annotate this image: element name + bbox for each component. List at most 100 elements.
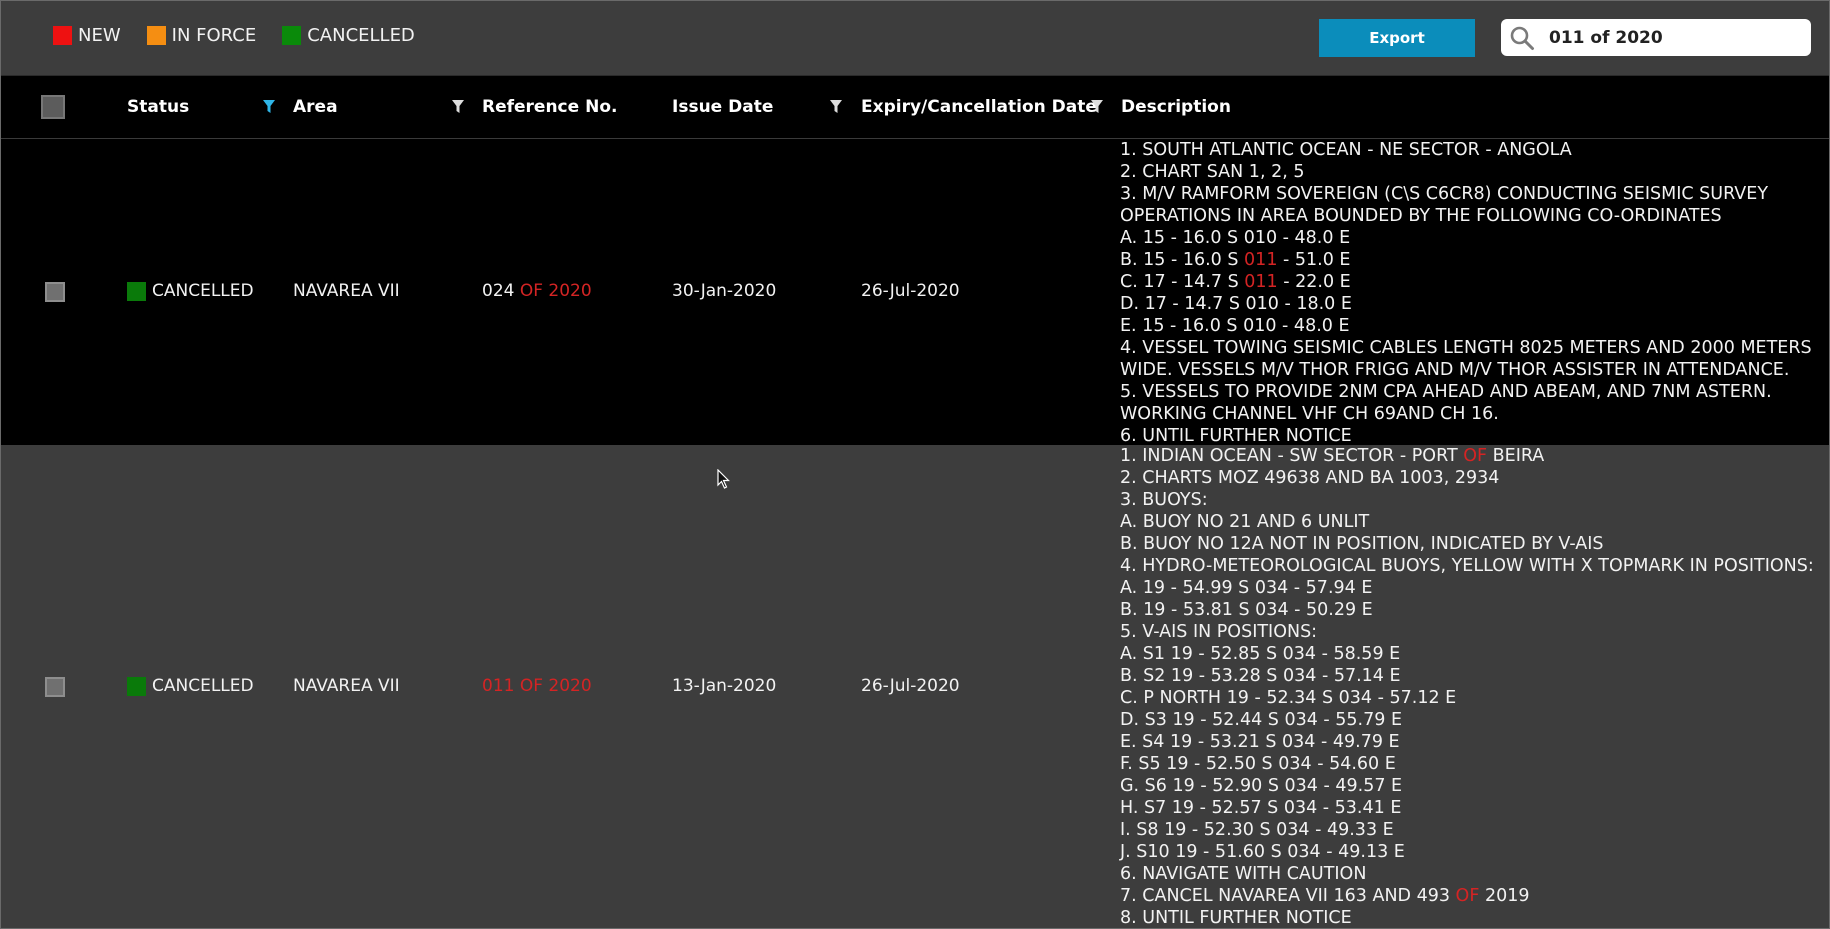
legend-swatch-in-force bbox=[146, 26, 166, 45]
description-line: 4. VESSEL TOWING SEISMIC CABLES LENGTH 8… bbox=[1120, 337, 1820, 359]
description-text: D. S3 19 - 52.44 S 034 - 55.79 E bbox=[1120, 710, 1403, 730]
status-cell: CANCELLED bbox=[127, 676, 254, 696]
description-line: 2. CHART SAN 1, 2, 5 bbox=[1120, 161, 1820, 183]
area-cell: NAVAREA VII bbox=[293, 676, 400, 696]
description-text: I. S8 19 - 52.30 S 034 - 49.33 E bbox=[1120, 820, 1394, 840]
description-line: C. P NORTH 19 - 52.34 S 034 - 57.12 E bbox=[1120, 687, 1820, 709]
description-line: 2. CHARTS MOZ 49638 AND BA 1003, 2934 bbox=[1120, 467, 1820, 489]
legend-item-new: NEW bbox=[53, 25, 121, 46]
expiry-date-cell: 26-Jul-2020 bbox=[861, 281, 960, 301]
row-checkbox[interactable] bbox=[45, 282, 65, 302]
export-button[interactable]: Export bbox=[1319, 19, 1475, 57]
description-line: D. S3 19 - 52.44 S 034 - 55.79 E bbox=[1120, 709, 1820, 731]
column-header-expiry-date[interactable]: Expiry/Cancellation Date bbox=[861, 76, 1097, 138]
description-line: 3. M/V RAMFORM SOVEREIGN (C\S C6CR8) CON… bbox=[1120, 183, 1820, 205]
description-line: 6. UNTIL FURTHER NOTICE bbox=[1120, 425, 1820, 447]
table-row[interactable]: CANCELLED NAVAREA VII 011 OF 2020 13-Jan… bbox=[1, 445, 1829, 928]
description-line: I. S8 19 - 52.30 S 034 - 49.33 E bbox=[1120, 819, 1820, 841]
search-highlight: 011 bbox=[1244, 272, 1278, 292]
description-text: 2019 bbox=[1479, 886, 1530, 906]
description-line: G. S6 19 - 52.90 S 034 - 49.57 E bbox=[1120, 775, 1820, 797]
column-header-reference[interactable]: Reference No. bbox=[482, 76, 617, 138]
description-line: WIDE. VESSELS M/V THOR FRIGG AND M/V THO… bbox=[1120, 359, 1820, 381]
column-header-area[interactable]: Area bbox=[293, 76, 338, 138]
description-line: F. S5 19 - 52.50 S 034 - 54.60 E bbox=[1120, 753, 1820, 775]
description-line: OPERATIONS IN AREA BOUNDED BY THE FOLLOW… bbox=[1120, 205, 1820, 227]
select-all-cell bbox=[41, 76, 65, 138]
table-row[interactable]: CANCELLED NAVAREA VII 024 OF 2020 30-Jan… bbox=[1, 139, 1829, 447]
description-line: 1. INDIAN OCEAN - SW SECTOR - PORT OF BE… bbox=[1120, 445, 1820, 467]
description-cell: 1. INDIAN OCEAN - SW SECTOR - PORT OF BE… bbox=[1120, 445, 1820, 928]
description-line: 1. SOUTH ATLANTIC OCEAN - NE SECTOR - AN… bbox=[1120, 139, 1820, 161]
search-box[interactable] bbox=[1501, 19, 1811, 56]
description-line: A. 15 - 16.0 S 010 - 48.0 E bbox=[1120, 227, 1820, 249]
issue-date-cell: 13-Jan-2020 bbox=[672, 676, 777, 696]
description-text: 6. NAVIGATE WITH CAUTION bbox=[1120, 864, 1367, 884]
description-line: E. 15 - 16.0 S 010 - 48.0 E bbox=[1120, 315, 1820, 337]
description-line: 4. HYDRO-METEOROLOGICAL BUOYS, YELLOW WI… bbox=[1120, 555, 1820, 577]
description-text: 1. INDIAN OCEAN - SW SECTOR - PORT bbox=[1120, 446, 1464, 466]
status-legend: NEW IN FORCE CANCELLED bbox=[53, 25, 441, 46]
status-filter-icon[interactable] bbox=[263, 100, 275, 114]
status-swatch bbox=[127, 676, 146, 696]
description-text: 2. CHARTS MOZ 49638 AND BA 1003, 2934 bbox=[1120, 468, 1500, 488]
select-all-checkbox[interactable] bbox=[41, 95, 65, 119]
description-text: 4. HYDRO-METEOROLOGICAL BUOYS, YELLOW WI… bbox=[1120, 556, 1814, 576]
row-select-cell bbox=[45, 282, 65, 302]
legend-label-cancelled: CANCELLED bbox=[307, 25, 415, 46]
description-line: J. S10 19 - 51.60 S 034 - 49.13 E bbox=[1120, 841, 1820, 863]
description-text: - 22.0 E bbox=[1277, 272, 1351, 292]
column-header-description[interactable]: Description bbox=[1121, 76, 1231, 138]
description-text: D. 17 - 14.7 S 010 - 18.0 E bbox=[1120, 294, 1352, 314]
column-header-issue-date[interactable]: Issue Date bbox=[672, 76, 773, 138]
description-text: B. BUOY NO 12A NOT IN POSITION, INDICATE… bbox=[1120, 534, 1604, 554]
legend-item-cancelled: CANCELLED bbox=[282, 25, 415, 46]
status-text: CANCELLED bbox=[152, 676, 254, 696]
description-text: F. S5 19 - 52.50 S 034 - 54.60 E bbox=[1120, 754, 1396, 774]
description-text: 4. VESSEL TOWING SEISMIC CABLES LENGTH 8… bbox=[1120, 338, 1812, 358]
description-text: 8. UNTIL FURTHER NOTICE bbox=[1120, 908, 1352, 928]
description-text: A. 15 - 16.0 S 010 - 48.0 E bbox=[1120, 228, 1351, 248]
issue-date-filter-icon[interactable] bbox=[830, 100, 842, 114]
row-checkbox[interactable] bbox=[45, 677, 65, 697]
app-window: NEW IN FORCE CANCELLED Export 011 of 202… bbox=[0, 0, 1830, 929]
column-header-status[interactable]: Status bbox=[127, 76, 189, 138]
description-text: 7. CANCEL NAVAREA VII 163 AND 493 bbox=[1120, 886, 1456, 906]
description-line: B. 19 - 53.81 S 034 - 50.29 E bbox=[1120, 599, 1820, 621]
description-line: A. BUOY NO 21 AND 6 UNLIT bbox=[1120, 511, 1820, 533]
issue-date-cell: 30-Jan-2020 bbox=[672, 281, 777, 301]
status-text: CANCELLED bbox=[152, 281, 254, 301]
description-line: E. S4 19 - 53.21 S 034 - 49.79 E bbox=[1120, 731, 1820, 753]
expiry-date-filter-icon[interactable] bbox=[1091, 100, 1103, 114]
description-line: 3. BUOYS: bbox=[1120, 489, 1820, 511]
description-text: B. S2 19 - 53.28 S 034 - 57.14 E bbox=[1120, 666, 1401, 686]
description-line: B. 15 - 16.0 S 011 - 51.0 E bbox=[1120, 249, 1820, 271]
description-text: E. 15 - 16.0 S 010 - 48.0 E bbox=[1120, 316, 1350, 336]
search-highlight: OF bbox=[1455, 886, 1480, 906]
description-line: B. S2 19 - 53.28 S 034 - 57.14 E bbox=[1120, 665, 1820, 687]
description-text: WORKING CHANNEL VHF CH 69AND CH 16. bbox=[1120, 404, 1499, 424]
expiry-date-cell: 26-Jul-2020 bbox=[861, 676, 960, 696]
description-line: WORKING CHANNEL VHF CH 69AND CH 16. bbox=[1120, 403, 1820, 425]
legend-label-new: NEW bbox=[78, 25, 121, 46]
description-text: A. BUOY NO 21 AND 6 UNLIT bbox=[1120, 512, 1370, 532]
row-select-cell bbox=[45, 677, 65, 697]
status-cell: CANCELLED bbox=[127, 281, 254, 301]
legend-swatch-new bbox=[53, 26, 72, 45]
description-line: 8. UNTIL FURTHER NOTICE bbox=[1120, 907, 1820, 928]
search-highlight: 011 bbox=[1244, 250, 1278, 270]
toolbar: NEW IN FORCE CANCELLED Export bbox=[1, 1, 1829, 76]
description-text: C. P NORTH 19 - 52.34 S 034 - 57.12 E bbox=[1120, 688, 1457, 708]
table-header: Status Area Reference No. Issue Date Exp… bbox=[1, 76, 1829, 139]
status-swatch bbox=[127, 281, 146, 301]
search-input[interactable] bbox=[1547, 26, 1801, 49]
description-line: 7. CANCEL NAVAREA VII 163 AND 493 OF 201… bbox=[1120, 885, 1820, 907]
description-text: E. S4 19 - 53.21 S 034 - 49.79 E bbox=[1120, 732, 1400, 752]
description-text: 1. SOUTH ATLANTIC OCEAN - NE SECTOR - AN… bbox=[1120, 140, 1572, 160]
description-text: 2. CHART SAN 1, 2, 5 bbox=[1120, 162, 1305, 182]
search-icon bbox=[1507, 23, 1537, 53]
reference-highlight: OF 2020 bbox=[519, 281, 592, 301]
description-text: 3. BUOYS: bbox=[1120, 490, 1208, 510]
area-filter-icon[interactable] bbox=[452, 100, 464, 114]
legend-item-in-force: IN FORCE bbox=[146, 25, 256, 46]
